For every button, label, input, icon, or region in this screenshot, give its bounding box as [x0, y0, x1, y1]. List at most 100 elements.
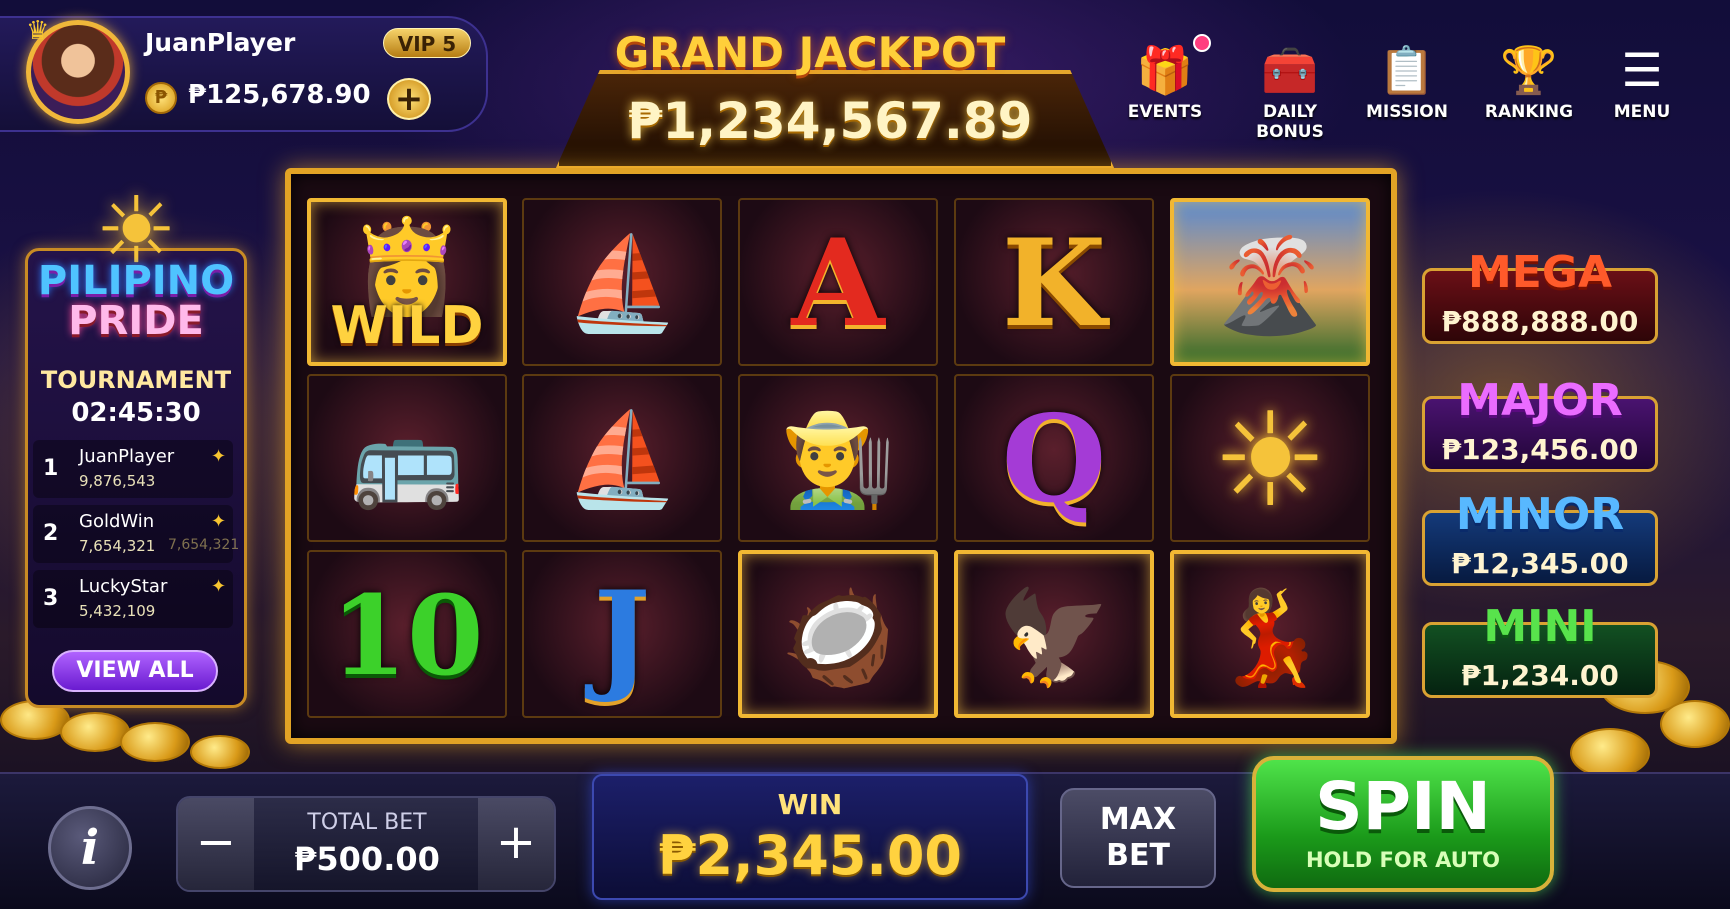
sail-emblem-icon: ⛵ — [564, 230, 680, 337]
nav-events[interactable]: 🎁 EVENTS — [1110, 40, 1220, 130]
tournament-label: TOURNAMENT — [40, 366, 232, 394]
coin-pile-left-3 — [120, 722, 190, 762]
jackpot-mega: MEGA ₱888,888.00 — [1422, 247, 1658, 344]
jackpot-major: MAJOR ₱123,456.00 — [1422, 375, 1658, 472]
win-value: ₱2,345.00 — [657, 824, 963, 887]
nav-menu[interactable]: ☰ MENU — [1592, 40, 1692, 130]
nav-events-label: EVENTS — [1127, 102, 1203, 122]
leaderboard-score: 5,432,109 — [79, 602, 156, 620]
spin-hold-hint[interactable]: HOLD FOR AUTO — [1252, 848, 1554, 872]
nav-ranking-label: RANKING — [1484, 102, 1574, 122]
coin-pile-right-3 — [1570, 728, 1650, 778]
nav-mission-label: MISSION — [1366, 102, 1448, 122]
leaderboard-score: 9,876,543 — [79, 472, 156, 490]
decrease-bet-button[interactable]: − — [178, 798, 254, 890]
leaderboard-rank: 1 — [43, 456, 59, 481]
leaderboard-score-echo: 7,654,321 — [168, 537, 240, 553]
info-button[interactable]: i — [48, 806, 132, 890]
jackpot-mega-value: ₱888,888.00 — [1441, 305, 1639, 338]
farmer-icon: 👨‍🌾 — [780, 406, 896, 513]
symbol-ace: A — [738, 198, 938, 366]
leaderboard-score: 7,654,321 — [79, 537, 156, 555]
leaderboard-name: LuckyStar — [79, 576, 168, 597]
grand-jackpot-value: ₱1,234,567.89 — [627, 92, 1033, 150]
jackpot-mini-value: ₱1,234.00 — [1461, 659, 1619, 692]
leaderboard-row[interactable]: 3 LuckyStar 5,432,109 ✦ — [33, 570, 233, 628]
king-symbol: K — [1001, 213, 1107, 354]
symbol-king: K — [954, 198, 1154, 366]
festival-dancer-icon: 💃 — [1212, 584, 1328, 691]
trophy-icon: 🏆 — [1500, 43, 1558, 97]
queen-symbol: Q — [1001, 389, 1107, 530]
symbol-eagle: 🦅 — [954, 550, 1154, 718]
volcano-icon: 🌋 — [1212, 232, 1328, 339]
add-funds-button[interactable]: + — [387, 78, 431, 120]
leaderboard-row[interactable]: 1 JuanPlayer 9,876,543 ✦ — [33, 440, 233, 498]
sun-icon: ☀ — [1211, 384, 1329, 536]
symbol-jeepney: 🚌 — [307, 374, 507, 542]
crown-icon: ♛ — [26, 16, 50, 46]
sparkle-icon: ✦ — [211, 511, 227, 532]
symbol-queen: Q — [954, 374, 1154, 542]
nav-daily-bonus[interactable]: 🧰 DAILY BONUS — [1232, 40, 1348, 142]
jackpot-mini-name: MINI — [1483, 601, 1597, 652]
wild-label: WILD — [330, 296, 484, 356]
tournament-timer: 02:45:30 — [71, 398, 201, 428]
spin-label[interactable]: SPIN — [1252, 768, 1554, 845]
jackpot-minor-name: MINOR — [1455, 489, 1625, 540]
win-label: WIN — [777, 788, 843, 821]
sparkle-icon: ✦ — [211, 576, 227, 597]
tournament-title-line2: PRIDE — [68, 298, 204, 344]
jackpot-minor: MINOR ₱12,345.00 — [1422, 489, 1658, 586]
leaderboard-rank: 3 — [43, 586, 59, 611]
gift-icon: 🎁 — [1136, 43, 1194, 97]
max-bet-line2: BET — [1106, 838, 1170, 873]
ten-symbol: 10 — [330, 571, 484, 700]
increase-bet-button[interactable]: + — [478, 798, 554, 890]
jack-symbol: J — [593, 565, 651, 706]
symbol-sailboat: ⛵ — [522, 374, 722, 542]
sparkle-icon: ✦ — [211, 446, 227, 467]
symbol-ten: 10 — [307, 550, 507, 718]
coconut-drink-icon: 🥥 — [780, 584, 896, 691]
jackpot-mini: MINI ₱1,234.00 — [1422, 601, 1658, 698]
total-bet-value: ₱500.00 — [294, 840, 440, 878]
symbol-sun: ☀ — [1170, 374, 1370, 542]
player-balance: ₱125,678.90 — [188, 80, 371, 110]
nav-ranking[interactable]: 🏆 RANKING — [1474, 40, 1584, 130]
jeepney-icon: 🚌 — [349, 406, 465, 513]
symbol-festival-dancer: 💃 — [1170, 550, 1370, 718]
hamburger-menu-icon: ☰ — [1621, 43, 1663, 97]
coin-pile-right-2 — [1660, 700, 1730, 748]
max-bet-line1: MAX — [1099, 802, 1177, 837]
jackpot-minor-value: ₱12,345.00 — [1451, 547, 1629, 580]
coin-pile-left-2 — [60, 712, 130, 752]
ace-symbol: A — [791, 213, 885, 354]
coin-icon: ₱ — [145, 82, 177, 114]
symbol-jack: J — [522, 550, 722, 718]
vip-badge: VIP 5 — [383, 28, 471, 58]
symbol-volcano: 🌋 — [1170, 198, 1370, 366]
symbol-wild-maiden: 👸 WILD — [307, 198, 507, 366]
leaderboard-name: GoldWin — [79, 511, 155, 532]
jackpot-mega-name: MEGA — [1467, 247, 1612, 298]
symbol-coconut-drink: 🥥 — [738, 550, 938, 718]
nav-menu-label: MENU — [1613, 102, 1671, 122]
max-bet-button[interactable]: MAX BET — [1060, 788, 1216, 888]
view-all-button[interactable]: VIEW ALL — [52, 650, 218, 692]
clipboard-icon: 📋 — [1378, 43, 1436, 97]
leaderboard-rank: 2 — [43, 521, 59, 546]
grand-jackpot-title: GRAND JACKPOT — [614, 28, 1006, 77]
leaderboard-row[interactable]: 2 GoldWin 7,654,321 7,654,321 ✦ — [33, 505, 239, 563]
eagle-icon: 🦅 — [996, 584, 1112, 691]
sailboat-icon: ⛵ — [564, 406, 680, 513]
leaderboard-name: JuanPlayer — [79, 446, 175, 467]
notification-dot — [1193, 34, 1211, 52]
coin-pile-left-4 — [190, 735, 250, 769]
total-bet-label: TOTAL BET — [307, 810, 427, 835]
nav-mission[interactable]: 📋 MISSION — [1352, 40, 1462, 130]
player-name: JuanPlayer — [145, 28, 296, 57]
treasure-chest-icon: 🧰 — [1261, 43, 1319, 97]
symbol-sail-emblem: ⛵ — [522, 198, 722, 366]
symbol-farmer: 👨‍🌾 — [738, 374, 938, 542]
